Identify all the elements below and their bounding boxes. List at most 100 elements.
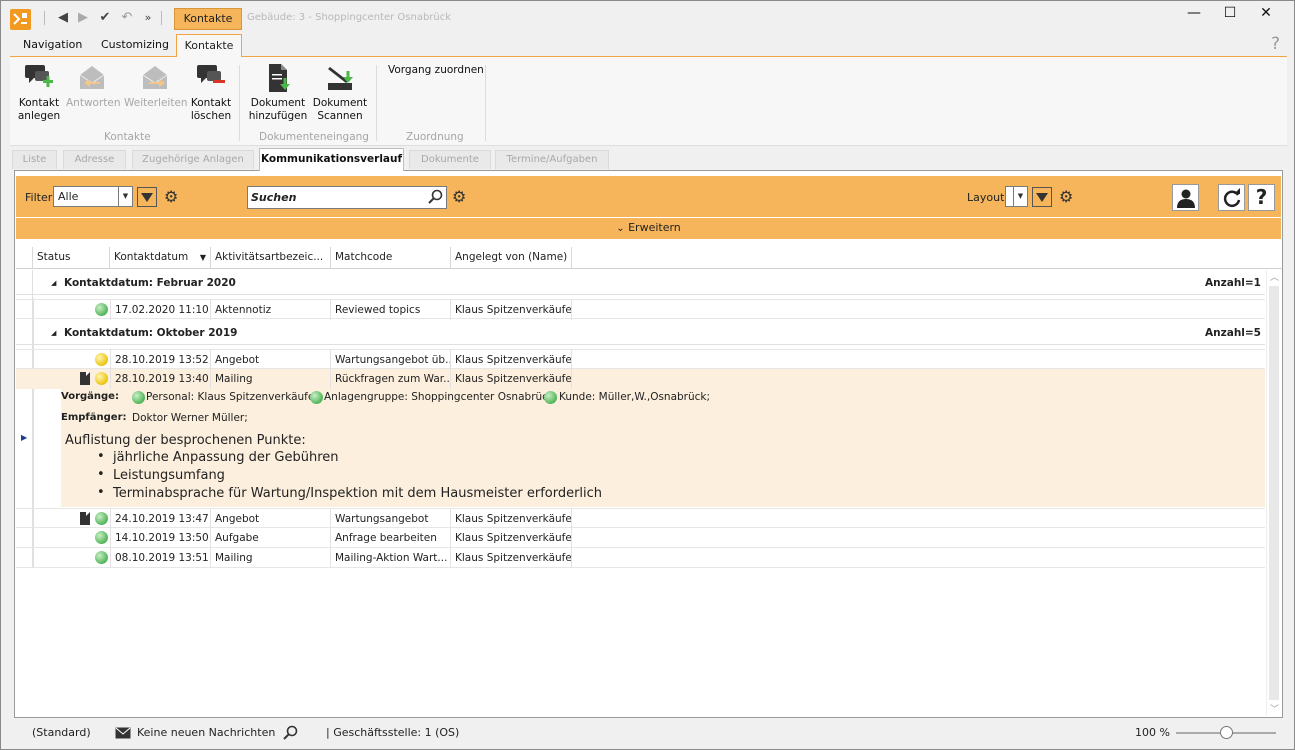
- scroll-thumb[interactable]: [1269, 286, 1279, 700]
- filter-select[interactable]: Alle ▼: [53, 186, 133, 207]
- empfaenger-label: Empfänger:: [61, 412, 127, 423]
- expand-bar[interactable]: ⌄ Erweitern: [16, 218, 1281, 239]
- document-icon: [80, 372, 90, 385]
- status-yellow-icon: [95, 372, 108, 385]
- table-row[interactable]: 08.10.2019 13:51 Mailing Mailing-Aktion …: [16, 548, 1265, 568]
- app-logo-icon[interactable]: [10, 9, 31, 30]
- vorgang-link[interactable]: Personal: Klaus Spitzenverkäufer;: [146, 391, 322, 403]
- column-header-kontaktdatum[interactable]: Kontaktdatum ▼: [110, 247, 211, 268]
- cell-kontaktdatum: 24.10.2019 13:47: [110, 509, 211, 529]
- dokument-hinzufuegen-button[interactable]: Dokument hinzufügen: [248, 63, 308, 123]
- layout-select[interactable]: ▼: [1005, 186, 1028, 207]
- table-row[interactable]: 24.10.2019 13:47 Angebot Wartungsangebot…: [16, 508, 1265, 529]
- messages-status[interactable]: Keine neuen Nachrichten: [137, 726, 275, 739]
- layout-settings-gear-icon[interactable]: ⚙: [1059, 189, 1073, 205]
- column-header-aktivitaetsart[interactable]: Aktivitätsartbezeic...: [211, 247, 331, 268]
- chevron-down-icon[interactable]: ▼: [1013, 187, 1027, 206]
- tab-kontakte[interactable]: Kontakte: [176, 34, 242, 57]
- search-icon[interactable]: [282, 725, 298, 741]
- back-icon[interactable]: ◀: [56, 10, 70, 26]
- expand-label: Erweitern: [628, 221, 681, 234]
- ribbon-separator: [376, 65, 377, 141]
- ribbon-separator: [239, 65, 240, 141]
- cell-matchcode: Mailing-Aktion Wart...: [331, 548, 451, 568]
- undo-icon[interactable]: ↶: [120, 10, 134, 26]
- vorgang-link[interactable]: Anlagengruppe: Shoppingcenter Osnabrück;: [324, 391, 558, 403]
- group-header[interactable]: ◢ Kontaktdatum: Februar 2020 Anzahl=1: [16, 271, 1265, 295]
- antworten-button[interactable]: Antworten: [66, 63, 121, 110]
- detail-bullet: jährliche Anpassung der Gebühren: [113, 450, 339, 465]
- table-row[interactable]: 28.10.2019 13:52 Angebot Wartungsangebot…: [16, 349, 1265, 370]
- cell-kontaktdatum: 28.10.2019 13:40: [110, 369, 211, 389]
- chevron-down-icon[interactable]: ▼: [118, 187, 132, 206]
- table-row-selected[interactable]: 28.10.2019 13:40 Mailing Rückfragen zum …: [16, 369, 1265, 389]
- minimize-button[interactable]: —: [1184, 5, 1204, 21]
- tab-termine-aufgaben[interactable]: Termine/Aufgaben: [495, 150, 609, 169]
- search-icon[interactable]: [427, 189, 443, 205]
- tab-customizing[interactable]: Customizing: [101, 38, 169, 51]
- context-tab-kontakte[interactable]: Kontakte: [174, 8, 242, 30]
- row-indicator-header: [16, 247, 33, 268]
- bullet-dot: •: [97, 467, 105, 482]
- layout-funnel-icon[interactable]: [1032, 187, 1052, 207]
- collapse-triangle-icon[interactable]: ◢: [51, 271, 56, 295]
- reply-mail-icon: [76, 63, 108, 93]
- help-button[interactable]: ?: [1248, 184, 1275, 211]
- kontakt-loeschen-button[interactable]: Kontakt löschen: [188, 63, 234, 123]
- vorgang-link[interactable]: Kunde: Müller,W.,Osnabrück;: [559, 391, 710, 403]
- table-row[interactable]: 17.02.2020 11:10 Aktennotiz Reviewed top…: [16, 299, 1265, 320]
- column-header-status[interactable]: Status: [33, 247, 110, 268]
- tab-zugehoerige-anlagen[interactable]: Zugehörige Anlagen: [132, 150, 254, 169]
- filter-label: Filter: [25, 191, 53, 204]
- weiterleiten-button[interactable]: Weiterleiten: [124, 63, 188, 110]
- scroll-up-icon[interactable]: ︿: [1270, 270, 1279, 283]
- tab-kommunikationsverlauf[interactable]: Kommunikationsverlauf: [259, 148, 404, 171]
- forward-icon[interactable]: ▶: [76, 10, 90, 26]
- column-header-angelegt-von[interactable]: Angelegt von (Name): [451, 247, 572, 268]
- tab-navigation[interactable]: Navigation: [23, 38, 82, 51]
- scroll-down-icon[interactable]: ﹀: [1270, 702, 1279, 715]
- document-tabs: Liste Adresse Zugehörige Anlagen Kommuni…: [1, 148, 1294, 171]
- collapse-triangle-icon[interactable]: ◢: [51, 321, 56, 345]
- status-green-icon: [132, 391, 145, 404]
- chevron-down-icon: ⌄: [616, 223, 625, 234]
- cell-aktivitaetsart: Angebot: [211, 509, 331, 529]
- search-input[interactable]: Suchen: [247, 186, 447, 209]
- dokument-scannen-button[interactable]: Dokument Scannen: [312, 63, 368, 123]
- kontakt-loeschen-line2: löschen: [190, 110, 232, 122]
- user-button[interactable]: [1172, 184, 1199, 211]
- tab-liste[interactable]: Liste: [12, 150, 57, 169]
- group-label-zuordnung: Zuordnung: [406, 131, 464, 143]
- ribbon: Kontakt anlegen Antworten Weiterleiten K…: [10, 56, 1287, 146]
- layout-status[interactable]: (Standard): [32, 726, 91, 739]
- group-label-kontakte: Kontakte: [104, 131, 151, 143]
- group-label-dokumenteneingang: Dokumenteneingang: [259, 131, 369, 143]
- help-icon[interactable]: ?: [1271, 34, 1280, 54]
- group-header[interactable]: ◢ Kontaktdatum: Oktober 2019 Anzahl=5: [16, 321, 1265, 345]
- separator: [44, 11, 45, 25]
- vorgang-zuordnen-button[interactable]: Vorgang zuordnen: [388, 64, 484, 76]
- table-row[interactable]: 14.10.2019 13:50 Aufgabe Anfrage bearbei…: [16, 528, 1265, 548]
- cell-angelegt-von: Klaus Spitzenverkäufer: [451, 509, 572, 529]
- kontakt-anlegen-button[interactable]: Kontakt anlegen: [16, 63, 62, 123]
- kontakt-anlegen-line2: anlegen: [17, 110, 61, 122]
- more-icon[interactable]: »: [141, 10, 155, 26]
- refresh-button[interactable]: [1218, 184, 1245, 211]
- search-settings-gear-icon[interactable]: ⚙: [452, 189, 466, 205]
- vertical-scrollbar[interactable]: ︿ ﹀: [1266, 270, 1281, 716]
- checkmark-icon[interactable]: ✔: [97, 10, 113, 26]
- filter-funnel-icon[interactable]: [137, 187, 157, 207]
- filter-settings-gear-icon[interactable]: ⚙: [164, 189, 178, 205]
- maximize-button[interactable]: ☐: [1220, 5, 1240, 21]
- cell-aktivitaetsart: Mailing: [211, 548, 331, 568]
- vorgaenge-label: Vorgänge:: [61, 391, 119, 402]
- tab-dokumente[interactable]: Dokumente: [409, 150, 491, 169]
- cell-matchcode: Wartungsangebot üb...: [331, 350, 451, 370]
- tab-adresse[interactable]: Adresse: [63, 150, 126, 169]
- column-header-matchcode[interactable]: Matchcode: [331, 247, 451, 268]
- current-row-arrow-icon: ▶: [21, 433, 28, 442]
- zoom-slider-thumb[interactable]: [1220, 726, 1233, 739]
- refresh-icon: [1223, 188, 1240, 207]
- branch-status: | Geschäftsstelle: 1 (OS): [326, 726, 460, 739]
- close-button[interactable]: ✕: [1256, 5, 1276, 21]
